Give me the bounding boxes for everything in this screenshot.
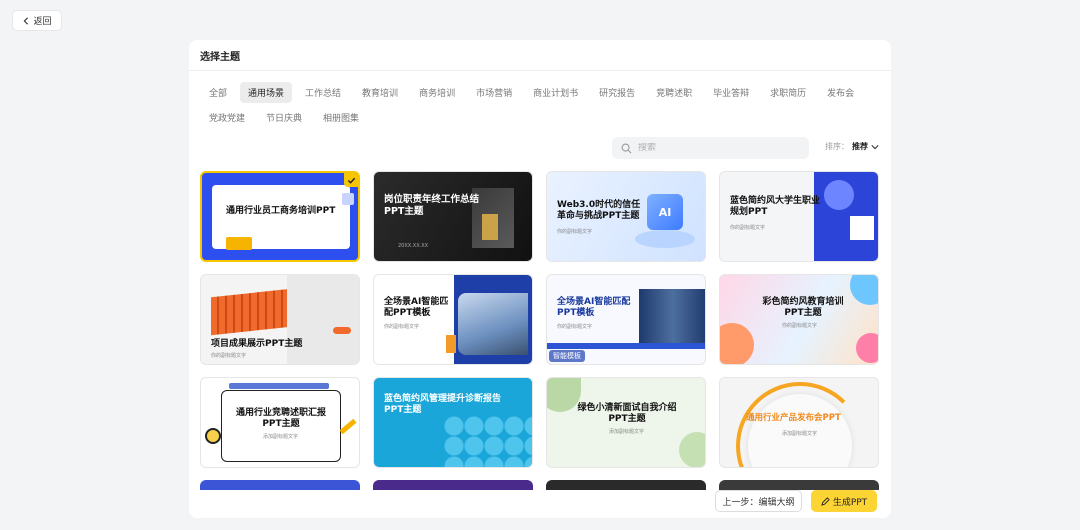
template-card[interactable]: 彩色简约风教育培训PPT主题 你的副标题文字	[719, 274, 879, 365]
template-title: 蓝色简约风管理提升诊断报告PPT主题	[384, 394, 502, 416]
check-icon	[344, 173, 358, 187]
tab-marketing[interactable]: 市场营销	[468, 82, 520, 103]
generate-label: 生成PPT	[832, 497, 868, 508]
tab-launch[interactable]: 发布会	[819, 82, 862, 103]
tab-general[interactable]: 通用场景	[240, 82, 293, 103]
ai-chip-icon: AI	[647, 194, 683, 230]
template-title: 通用行业产品发布会PPT	[746, 413, 841, 423]
tab-party[interactable]: 党政党建	[201, 107, 253, 128]
tab-business-training[interactable]: 商务培训	[411, 82, 463, 103]
search-input[interactable]	[638, 143, 788, 153]
template-card[interactable]: 项目成果展示PPT主题 你的副标题文字	[200, 274, 360, 365]
template-title: 彩色简约风教育培训PPT主题	[762, 297, 844, 319]
template-card[interactable]: 通用行业员工商务培训PPT	[200, 171, 360, 262]
template-title: 通用行业竞聘述职汇报PPT主题	[235, 408, 326, 430]
template-card[interactable]: 通用行业竞聘述职汇报PPT主题 添加副标题文字	[200, 377, 360, 468]
generate-ppt-button[interactable]: 生成PPT	[811, 490, 877, 512]
back-label: 返回	[33, 17, 52, 27]
chevron-left-icon	[24, 16, 29, 25]
template-title: 通用行业员工商务培训PPT	[226, 206, 336, 216]
panel-title: 选择主题	[189, 40, 891, 71]
template-title: 蓝色简约风大学生职业规划PPT	[730, 196, 821, 218]
prev-step-button[interactable]: 上一步：编辑大纲	[715, 490, 802, 512]
magnifier-icon	[205, 428, 221, 444]
template-subtitle: 你的副标题文字	[782, 323, 818, 329]
template-card[interactable]: AI Web3.0时代的信任革命与挑战PPT主题 你的副标题文字	[546, 171, 706, 262]
template-title: Web3.0时代的信任革命与挑战PPT主题	[557, 200, 641, 222]
search-box[interactable]	[612, 137, 809, 159]
template-card[interactable]: 蓝色简约风大学生职业规划PPT 你的副标题文字	[719, 171, 879, 262]
template-card[interactable]: 蓝色简约风管理提升诊断报告PPT主题	[373, 377, 533, 468]
template-card[interactable]: 通用行业产品发布会PPT 添加副标题文字	[719, 377, 879, 468]
template-subtitle: 添加副标题文字	[609, 429, 645, 435]
chat-bubble-icon	[226, 237, 252, 250]
tab-album[interactable]: 相册图集	[315, 107, 367, 128]
tab-resume[interactable]: 求职简历	[762, 82, 814, 103]
tab-competition[interactable]: 竞聘述职	[648, 82, 700, 103]
search-icon	[621, 143, 632, 153]
smart-template-badge: 智能模板	[549, 350, 585, 362]
theme-panel: 选择主题 全部 通用场景 工作总结 教育培训 商务培训 市场营销 商业计划书 研…	[189, 40, 891, 518]
template-subtitle: 你的副标题文字	[557, 324, 593, 330]
template-card[interactable]: 绿色小清新面试自我介绍PPT主题 添加副标题文字	[546, 377, 706, 468]
template-card[interactable]: 全场景AI智能匹配PPT模板 你的副标题文字 智能模板	[546, 274, 706, 365]
sort-label: 排序：	[825, 142, 849, 151]
chevron-down-icon	[871, 144, 879, 149]
template-title: 项目成果展示PPT主题	[211, 339, 303, 349]
sort-value: 推荐	[852, 142, 868, 151]
footer-actions: 上一步：编辑大纲 生成PPT	[189, 482, 891, 518]
pencil-icon	[821, 496, 830, 506]
template-subtitle: 你的副标题文字	[211, 353, 247, 359]
template-subtitle: 你的副标题文字	[557, 229, 593, 235]
template-subtitle: 你的副标题文字	[730, 225, 766, 231]
template-title: 全场景AI智能匹配PPT模板	[384, 297, 449, 319]
back-button[interactable]: 返回	[12, 10, 62, 31]
template-subtitle: 添加副标题文字	[782, 431, 818, 437]
sort-dropdown[interactable]: 排序： 推荐	[825, 141, 879, 152]
template-title: 全场景AI智能匹配PPT模板	[557, 297, 631, 319]
tab-research[interactable]: 研究报告	[591, 82, 643, 103]
tab-all[interactable]: 全部	[201, 82, 235, 103]
template-card[interactable]: 全场景AI智能匹配PPT模板 你的副标题文字	[373, 274, 533, 365]
template-title: 绿色小清新面试自我介绍PPT主题	[577, 403, 677, 425]
tab-festival[interactable]: 节日庆典	[258, 107, 310, 128]
template-card[interactable]: 岗位职责年终工作总结PPT主题 20XX.XX.XX	[373, 171, 533, 262]
tab-education[interactable]: 教育培训	[354, 82, 406, 103]
pencil-icon	[339, 418, 357, 435]
tab-business-plan[interactable]: 商业计划书	[525, 82, 586, 103]
template-date: 20XX.XX.XX	[398, 243, 429, 249]
tab-work-summary[interactable]: 工作总结	[297, 82, 349, 103]
category-tabs: 全部 通用场景 工作总结 教育培训 商务培训 市场营销 商业计划书 研究报告 竞…	[201, 82, 881, 128]
template-title: 岗位职责年终工作总结PPT主题	[384, 194, 480, 217]
tab-defense[interactable]: 毕业答辩	[705, 82, 757, 103]
template-subtitle: 添加副标题文字	[263, 434, 299, 440]
template-subtitle: 你的副标题文字	[384, 324, 420, 330]
